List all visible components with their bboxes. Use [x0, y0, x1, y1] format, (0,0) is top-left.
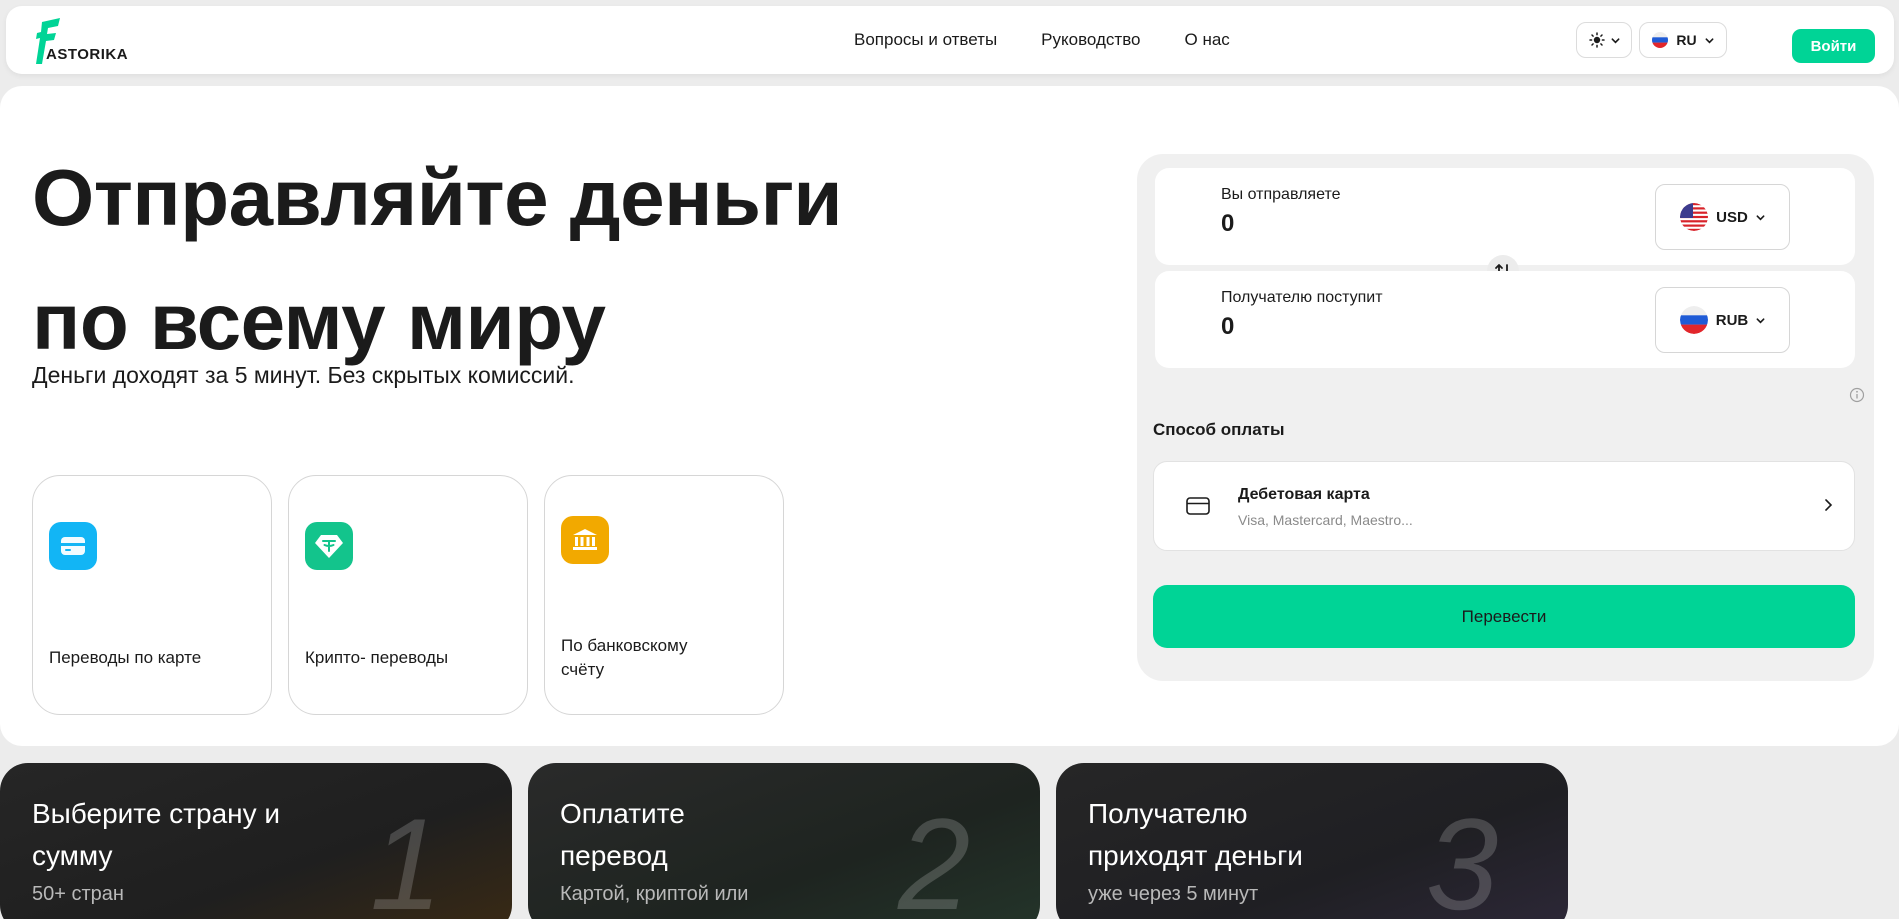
logo-text: ASTORIKA	[46, 46, 129, 63]
nav-about[interactable]: О нас	[1185, 30, 1230, 50]
hero-title-line-1: Отправляйте деньги	[32, 153, 843, 242]
step-number: 1	[370, 791, 443, 919]
russia-flag-icon	[1679, 306, 1708, 334]
top-header: ASTORIKA Вопросы и ответы Руководство О …	[6, 6, 1894, 74]
payment-method-name: Дебетовая карта	[1238, 486, 1370, 503]
step-number: 2	[898, 791, 971, 919]
language-label: RU	[1676, 32, 1697, 48]
hero-section: Отправляйте деньги по всему миру Деньги …	[0, 86, 1899, 746]
step-subtitle: 50+ стран	[32, 883, 124, 905]
receive-label: Получателю поступит	[1221, 289, 1383, 306]
chevron-down-icon	[1705, 37, 1714, 43]
step-number: 3	[1426, 791, 1499, 919]
hero-title: Отправляйте деньги по всему миру	[32, 136, 843, 384]
transfer-submit-button[interactable]: Перевести	[1153, 585, 1855, 648]
send-amount-box[interactable]: Вы отправляете 0 USD	[1155, 168, 1855, 265]
chevron-right-icon	[1825, 499, 1833, 511]
service-card-label: Переводы по карте	[49, 648, 202, 667]
bank-icon	[561, 516, 609, 564]
service-card-bank[interactable]: По банковскому счёту	[544, 475, 784, 715]
send-amount-input[interactable]: 0	[1221, 210, 1234, 238]
nav-faq[interactable]: Вопросы и ответы	[854, 30, 997, 50]
service-card-crypto[interactable]: Крипто- переводы	[288, 475, 528, 715]
service-card-label: По банковскому счёту	[561, 636, 688, 679]
usa-flag-icon	[1680, 203, 1709, 231]
step-subtitle: Картой, криптой или	[560, 883, 749, 905]
step-title: Оплатите перевод	[560, 798, 685, 871]
sun-icon	[1588, 32, 1605, 48]
service-card-card-transfer[interactable]: Переводы по карте	[32, 475, 272, 715]
step-card-1: Выберите страну и сумму 50+ стран 1	[0, 763, 512, 919]
fastorika-logo[interactable]: ASTORIKA	[34, 18, 164, 64]
hero-subtitle: Деньги доходят за 5 минут. Без скрытых к…	[32, 362, 575, 388]
theme-toggle-button[interactable]	[1576, 22, 1632, 58]
russia-flag-icon	[1652, 32, 1669, 48]
send-currency-select[interactable]: USD	[1655, 184, 1790, 250]
receive-amount-input[interactable]: 0	[1221, 313, 1234, 341]
transfer-calculator: Вы отправляете 0 USD Получателю поступит…	[1137, 154, 1874, 681]
step-card-2: Оплатите перевод Картой, криптой или 2	[528, 763, 1040, 919]
send-label: Вы отправляете	[1221, 186, 1341, 203]
step-subtitle: уже через 5 минут	[1088, 883, 1259, 905]
credit-card-icon	[49, 522, 97, 570]
chevron-down-icon	[1756, 214, 1765, 220]
language-select[interactable]: RU	[1639, 22, 1727, 58]
login-button[interactable]: Войти	[1792, 29, 1875, 63]
payment-method-title: Способ оплаты	[1153, 420, 1285, 439]
payment-method-select[interactable]: Дебетовая карта Visa, Mastercard, Maestr…	[1153, 461, 1855, 551]
main-nav: Вопросы и ответы Руководство О нас	[854, 30, 1230, 50]
credit-card-icon	[1186, 497, 1210, 515]
nav-guide[interactable]: Руководство	[1041, 30, 1140, 50]
info-icon[interactable]	[1849, 387, 1865, 403]
step-title: Получателю приходят деньги	[1088, 798, 1303, 871]
step-card-3: Получателю приходят деньги уже через 5 м…	[1056, 763, 1568, 919]
receive-currency-select[interactable]: RUB	[1655, 287, 1790, 353]
chevron-down-icon	[1611, 37, 1619, 43]
service-card-label: Крипто- переводы	[305, 648, 449, 667]
step-title: Выберите страну и сумму	[32, 798, 281, 871]
receive-amount-box[interactable]: Получателю поступит 0 RUB	[1155, 271, 1855, 368]
tether-icon	[305, 522, 353, 570]
receive-currency-code: RUB	[1715, 311, 1749, 329]
chevron-down-icon	[1756, 317, 1765, 323]
payment-method-brands: Visa, Mastercard, Maestro...	[1238, 512, 1413, 528]
send-currency-code: USD	[1716, 208, 1748, 226]
